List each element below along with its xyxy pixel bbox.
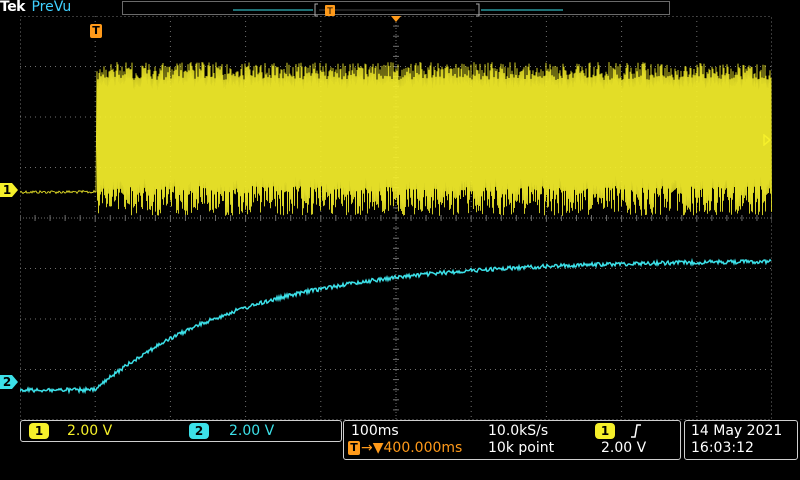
trigger-position[interactable]: →▼400.000ms <box>361 439 462 457</box>
brand-logo: Tek <box>0 0 26 15</box>
ch2-scale[interactable]: 2.00 V <box>229 422 274 440</box>
trigger-level-arrow-icon[interactable] <box>761 134 771 146</box>
date: 14 May 2021 <box>691 423 783 439</box>
ch1-marker-label: 1 <box>2 183 12 197</box>
ch1-position-marker[interactable]: 1 <box>0 182 20 198</box>
waveform-display[interactable] <box>20 16 772 420</box>
trigger-center-icon <box>391 16 401 22</box>
trigger-position-value: ▼400.000ms <box>372 440 463 456</box>
trigger-source-badge[interactable]: 1 <box>595 423 615 439</box>
ch2-position-marker[interactable]: 2 <box>0 374 20 390</box>
ch1-badge[interactable]: 1 <box>29 423 49 439</box>
top-bar: Tek PreVu T <box>0 0 800 17</box>
time-per-division[interactable]: 100ms <box>351 422 399 440</box>
trigger-level[interactable]: 2.00 V <box>601 439 646 457</box>
trigger-delay-icon: T <box>348 441 360 455</box>
record-view-bar[interactable]: T <box>122 1 670 17</box>
datetime-panel: 14 May 2021 16:03:12 <box>684 420 798 460</box>
brand-status: Tek PreVu <box>0 0 71 16</box>
record-view-graphic: T <box>233 3 563 17</box>
ch2-marker-label: 2 <box>2 375 12 389</box>
ch2-badge[interactable]: 2 <box>189 423 209 439</box>
time: 16:03:12 <box>691 440 754 456</box>
channel-readout-panel: 1 2.00 V 2 2.00 V <box>20 420 342 442</box>
trigger-position-marker[interactable]: T <box>90 24 102 38</box>
horizontal-trigger-panel: 100ms 10.0kS/s 1 T →▼400.000ms 10k point… <box>343 420 681 460</box>
acquisition-status: PreVu <box>31 0 72 15</box>
ch1-scale[interactable]: 2.00 V <box>67 422 112 440</box>
graticule-and-traces <box>20 16 772 420</box>
sample-rate: 10.0kS/s <box>488 423 549 439</box>
ch1-trace <box>20 61 772 216</box>
record-length[interactable]: 10k point <box>488 439 554 457</box>
rising-edge-icon[interactable] <box>629 423 643 439</box>
